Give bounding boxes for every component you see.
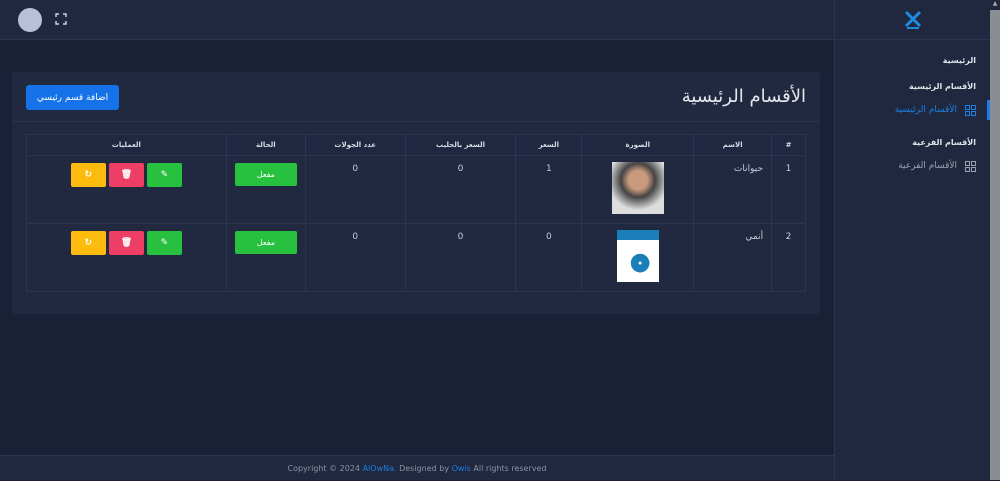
- sidebar-item-label: الأقسام الفرعية: [898, 161, 957, 171]
- user-avatar[interactable]: [18, 8, 42, 32]
- logo[interactable]: [835, 0, 990, 40]
- status-toggle-button[interactable]: مفعل: [234, 231, 297, 254]
- delete-button[interactable]: 🗑: [108, 163, 144, 187]
- footer-text: Designed by: [396, 464, 452, 473]
- header-name: الاسم: [693, 134, 773, 156]
- scrollbar[interactable]: ▲: [990, 0, 1000, 480]
- sections-table: # الاسم الصورة السعر السعر بالحليب عدد ا…: [26, 134, 806, 292]
- header-image: الصورة: [581, 134, 695, 156]
- delete-button[interactable]: 🗑: [108, 231, 144, 255]
- header-milk-price: السعر بالحليب: [404, 134, 517, 156]
- row-name: حيوانات: [693, 155, 773, 224]
- row-milk-price: 0: [404, 155, 517, 224]
- footer: Copyright © 2024 AlOwNa. Designed by Owi…: [0, 455, 834, 480]
- sidebar-item-main-sections[interactable]: الأقسام الرئيسية: [834, 100, 990, 120]
- table-row: 1 حيوانات 1 0 0 مفعل ↻ 🗑 ✎: [26, 155, 806, 224]
- row-index: 2: [771, 223, 806, 292]
- section-image: [611, 162, 664, 214]
- sections-card: الأقسام الرئيسية اضافة قسم رئيسي # الاسم…: [12, 72, 820, 314]
- refresh-button[interactable]: ↻: [70, 231, 106, 255]
- row-price: 1: [515, 155, 583, 224]
- sidebar-section-main: الأقسام الرئيسية: [909, 82, 976, 91]
- header-actions: العمليات: [26, 134, 227, 156]
- row-rounds: 0: [304, 155, 406, 224]
- row-index: 1: [771, 155, 806, 224]
- row-name: أنمي: [693, 223, 773, 292]
- sidebar-section-sub: الأقسام الفرعية: [912, 138, 976, 147]
- row-rounds: 0: [304, 223, 406, 292]
- header-status: الحالة: [225, 134, 306, 156]
- status-toggle-button[interactable]: مفعل: [234, 163, 297, 186]
- row-price: 0: [515, 223, 583, 292]
- header-price: السعر: [515, 134, 583, 156]
- header-rounds: عدد الجولات: [304, 134, 406, 156]
- sidebar: الرئيسية الأقسام الرئيسية الأقسام الرئيس…: [834, 0, 990, 480]
- fullscreen-icon[interactable]: [55, 13, 67, 25]
- grid-icon: [965, 160, 976, 172]
- footer-text: Copyright © 2024: [287, 464, 363, 473]
- add-main-section-button[interactable]: اضافة قسم رئيسي: [26, 85, 119, 110]
- section-image: [616, 230, 659, 282]
- refresh-button[interactable]: ↻: [70, 163, 106, 187]
- brand-link[interactable]: AlOwNa.: [363, 464, 397, 473]
- designer-link[interactable]: Owis: [452, 464, 471, 473]
- sidebar-item-sub-sections[interactable]: الأقسام الفرعية: [834, 156, 990, 176]
- edit-button[interactable]: ✎: [146, 231, 182, 255]
- header-index: #: [771, 134, 806, 156]
- table-row: 2 أنمي 0 0 0 مفعل ↻ 🗑 ✎: [26, 223, 806, 292]
- page-title: الأقسام الرئيسية: [681, 86, 806, 107]
- sidebar-home[interactable]: الرئيسية: [943, 56, 990, 65]
- sidebar-item-label: الأقسام الرئيسية: [894, 105, 957, 115]
- topbar: [0, 0, 834, 40]
- edit-button[interactable]: ✎: [146, 163, 182, 187]
- footer-text: All rights reserved: [470, 464, 547, 473]
- grid-icon: [965, 104, 976, 116]
- row-milk-price: 0: [404, 223, 517, 292]
